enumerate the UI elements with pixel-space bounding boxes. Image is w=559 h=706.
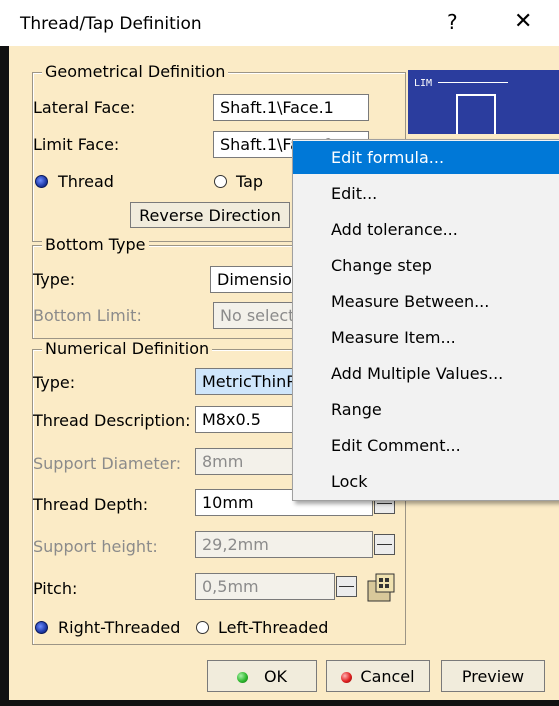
numerical-type-label: Type: <box>33 373 76 392</box>
window-title: Thread/Tap Definition <box>20 14 202 34</box>
bottom-limit-label: Bottom Limit: <box>33 306 142 325</box>
menu-item-change-step[interactable]: Change step <box>293 249 559 282</box>
menu-item-edit-formula[interactable]: Edit formula... <box>293 141 559 174</box>
bottom-type-legend: Bottom Type <box>42 235 149 254</box>
preview-dim-line <box>438 82 508 83</box>
title-bar: Thread/Tap Definition ? ✕ <box>0 0 559 46</box>
ok-label: OK <box>263 667 288 686</box>
menu-item-range[interactable]: Range <box>293 393 559 426</box>
thread-radio-label: Thread <box>58 172 114 191</box>
support-height-label: Support height: <box>33 537 158 556</box>
support-height-field[interactable]: 29,2mm <box>195 531 373 558</box>
cancel-icon <box>341 672 353 683</box>
thread-tap-dialog: Thread/Tap Definition ? ✕ Geometrical De… <box>0 0 559 706</box>
thread-description-label: Thread Description: <box>33 411 191 430</box>
window-shadow-bottom <box>0 700 559 706</box>
right-threaded-label: Right-Threaded <box>58 618 181 637</box>
support-diameter-label: Support Diameter: <box>33 454 182 473</box>
tap-radio-label: Tap <box>236 172 264 191</box>
ok-icon <box>236 672 248 683</box>
pitch-spinner[interactable] <box>336 576 357 597</box>
geometrical-legend: Geometrical Definition <box>42 62 229 81</box>
cancel-label: Cancel <box>360 667 415 686</box>
menu-item-add-tolerance[interactable]: Add tolerance... <box>293 213 559 246</box>
support-height-spinner[interactable] <box>374 534 395 555</box>
window-shadow-left <box>0 46 9 706</box>
help-icon[interactable]: ? <box>447 10 458 34</box>
menu-item-edit[interactable]: Edit... <box>293 177 559 210</box>
thread-radio[interactable] <box>35 175 48 188</box>
menu-item-add-multiple-values[interactable]: Add Multiple Values... <box>293 357 559 390</box>
formula-tool-icon[interactable] <box>364 571 398 605</box>
lateral-face-field[interactable]: Shaft.1\Face.1 <box>213 94 369 121</box>
right-threaded-radio[interactable] <box>35 621 48 634</box>
preview-image: LIM <box>408 70 559 134</box>
numerical-legend: Numerical Definition <box>42 339 213 358</box>
preview-shape <box>456 94 496 134</box>
pitch-label: Pitch: <box>33 579 78 598</box>
left-threaded-radio[interactable] <box>196 621 209 634</box>
preview-button[interactable]: Preview <box>441 660 545 692</box>
preview-lim-label: LIM <box>414 78 433 89</box>
menu-item-lock[interactable]: Lock <box>293 465 559 498</box>
lateral-face-label: Lateral Face: <box>33 98 136 117</box>
bottom-type-label: Type: <box>33 270 76 289</box>
close-icon[interactable]: ✕ <box>514 9 532 34</box>
ok-button[interactable]: OK <box>207 660 317 692</box>
thread-depth-label: Thread Depth: <box>33 495 149 514</box>
reverse-direction-button[interactable]: Reverse Direction <box>130 202 290 228</box>
limit-face-label: Limit Face: <box>33 135 120 154</box>
menu-item-edit-comment[interactable]: Edit Comment... <box>293 429 559 462</box>
cancel-button[interactable]: Cancel <box>326 660 430 692</box>
context-menu: Edit formula... Edit... Add tolerance...… <box>292 139 559 501</box>
left-threaded-label: Left-Threaded <box>218 618 329 637</box>
menu-item-measure-between[interactable]: Measure Between... <box>293 285 559 318</box>
tap-radio[interactable] <box>214 175 227 188</box>
menu-item-measure-item[interactable]: Measure Item... <box>293 321 559 354</box>
pitch-field[interactable]: 0,5mm <box>195 573 335 600</box>
